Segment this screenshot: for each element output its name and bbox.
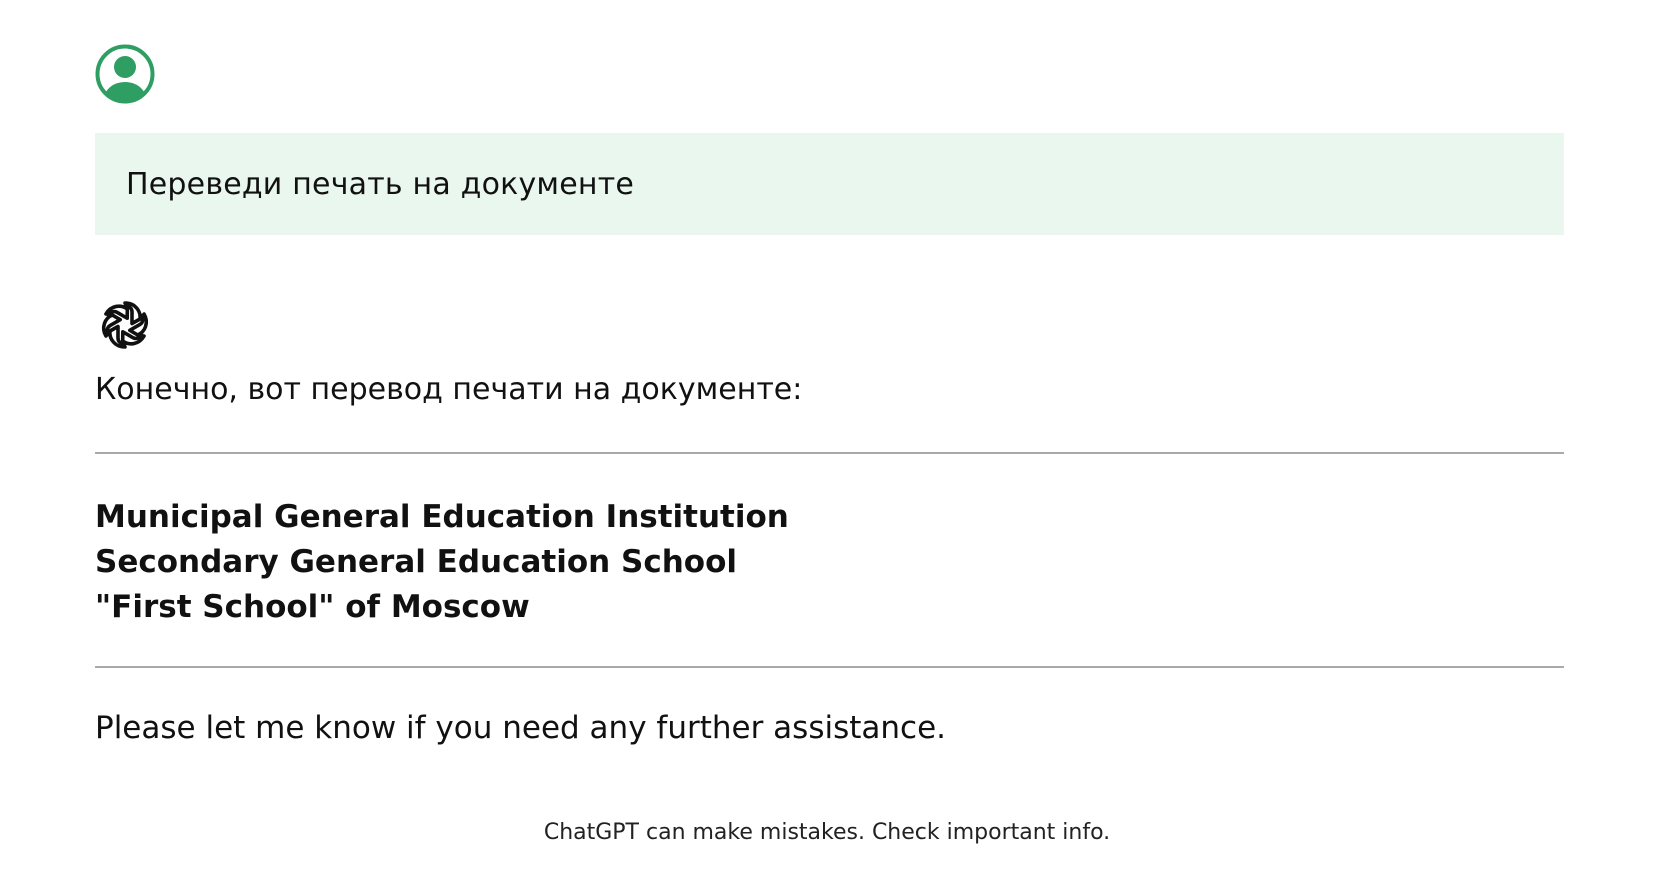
user-message-bubble: Переведи печать на документе <box>95 133 1564 235</box>
assistant-closing-text: Please let me know if you need any furth… <box>95 710 947 746</box>
stamp-translation: Municipal General Education Institution … <box>95 495 789 630</box>
footer-disclaimer: ChatGPT can make mistakes. Check importa… <box>543 820 1111 845</box>
chatgpt-logo-icon <box>95 295 155 355</box>
stamp-translation-line: "First School" of Moscow <box>95 589 530 625</box>
horizontal-divider <box>95 666 1564 668</box>
stamp-translation-line: Secondary General Education School <box>95 544 738 580</box>
horizontal-divider <box>95 452 1564 454</box>
user-avatar-icon <box>95 44 155 104</box>
user-message-text: Переведи печать на документе <box>126 166 635 202</box>
assistant-intro-text: Конечно, вот перевод печати на документе… <box>95 372 803 407</box>
stamp-translation-line: Municipal General Education Institution <box>95 499 789 535</box>
